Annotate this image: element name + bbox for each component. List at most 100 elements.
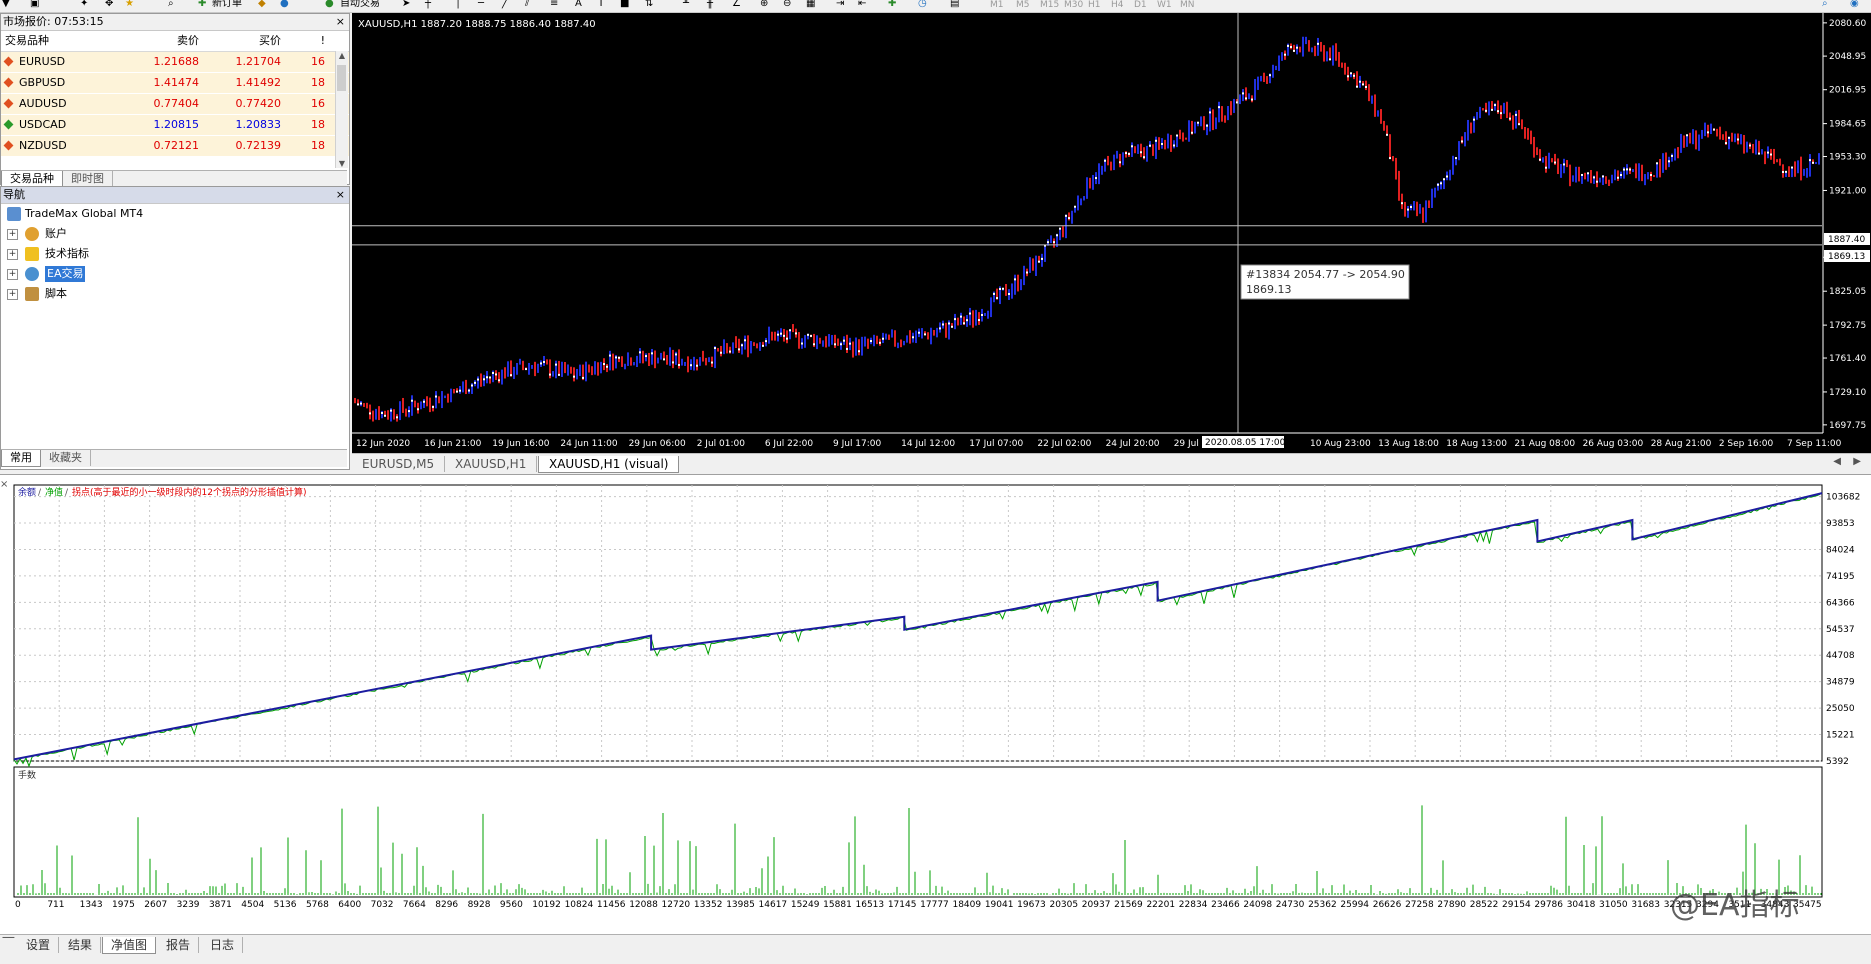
col-symbol[interactable]: 交易品种 [5,31,49,51]
chart-tab-xauusd-h1[interactable]: XAUUSD,H1 [445,456,538,472]
nav-root[interactable]: TradeMax Global MT4 [1,204,349,224]
price-bar [594,361,596,375]
cursor-icon[interactable]: ➤ [402,0,410,12]
market-row[interactable]: NZDUSD 0.72121 0.72139 18 [1,136,349,157]
chart-tab-eurusd-m5[interactable]: EURUSD,M5 [352,456,446,472]
scroll-thumb[interactable] [337,65,346,91]
tab-scroll-right-icon[interactable]: ▶ [1853,456,1861,467]
market-row[interactable]: GBPUSD 1.41474 1.41492 18 [1,73,349,94]
price-bar [1200,116,1202,127]
scroll-down-icon[interactable]: ▼ [336,159,348,168]
new-chart-icon[interactable]: ▣ [30,0,39,12]
close-icon[interactable]: × [336,14,345,30]
spread-cell: 16 [311,55,325,68]
zoom-out-icon[interactable]: ⊖ [783,0,791,12]
zoom-icon[interactable]: ✦ [80,0,88,12]
arrow-down-icon[interactable]: ▼ [2,0,10,12]
nav-item-accounts[interactable]: + 账户 [1,224,349,244]
autoscroll-icon[interactable]: ⇥ [836,0,844,12]
arrows-icon[interactable]: ⇅ [645,0,653,12]
auto-trade-button[interactable]: 自动交易 [340,0,380,12]
nav-item-experts[interactable]: + EA交易 [1,264,349,284]
col-spread[interactable]: ! [321,31,325,51]
trade-marker [1812,161,1814,164]
search-tb-icon[interactable]: ⌕ [168,0,174,12]
market-row[interactable]: USDCAD 1.20815 1.20833 18 [1,115,349,136]
tf-h1[interactable]: H1 [1088,0,1101,10]
tab-scroll-left-icon[interactable]: ◀ [1833,456,1841,467]
tab-settings[interactable]: 设置 [18,937,60,953]
price-chart[interactable]: XAUUSD,H1 1887.20 1888.75 1886.40 1887.4… [352,13,1871,453]
price-bar [1068,212,1070,221]
search-icon[interactable]: ⌕ [1822,0,1828,12]
tab-results[interactable]: 结果 [60,937,102,953]
crosshair-icon[interactable]: ┼ [425,0,431,12]
zoom-in-icon[interactable]: ⊕ [760,0,768,12]
trade-marker [1347,75,1349,78]
price-bar [597,362,599,376]
tf-m1[interactable]: M1 [990,0,1004,10]
star-icon[interactable]: ★ [125,0,134,12]
tab-report[interactable]: 报告 [158,937,200,953]
expand-icon[interactable]: + [7,249,18,260]
trendline-icon[interactable]: ╱ [502,0,508,12]
navigator-icon[interactable]: ✥ [105,0,113,12]
market-row[interactable]: EURUSD 1.21688 1.21704 16 [1,52,349,73]
chart-tab-xauusd-visual[interactable]: XAUUSD,H1 (visual) [538,456,680,473]
templates-icon[interactable]: ▤ [950,0,959,12]
tab-common[interactable]: 常用 [1,450,41,467]
metaeditor-icon[interactable]: ◆ [258,0,266,12]
hline-icon[interactable]: ─ [478,0,484,12]
bid-cell: 1.21688 [153,55,200,68]
col-bid[interactable]: 卖价 [177,31,199,51]
equity-graph[interactable]: 余额 / 净值 / 拐点(高于最近的小一级时段内的12个拐点的分形插值计算) 手… [0,475,1871,935]
trade-marker [1587,172,1589,175]
tf-h4[interactable]: H4 [1111,0,1124,10]
expand-icon[interactable]: + [7,289,18,300]
candle-icon[interactable]: ╫ [707,0,713,12]
bar-chart-icon[interactable]: ╨ [683,0,689,12]
trade-marker [1140,151,1142,154]
indicators-icon[interactable]: ✚ [888,0,896,12]
price-bar [453,388,455,394]
tf-mn[interactable]: MN [1180,0,1195,10]
col-ask[interactable]: 买价 [259,31,281,51]
chart-shift-icon[interactable]: ⇤ [858,0,866,12]
tile-icon[interactable]: ▦ [806,0,815,12]
periods-icon[interactable]: ◷ [918,0,927,12]
tf-d1[interactable]: D1 [1134,0,1147,10]
vline-icon[interactable]: │ [455,0,461,12]
price-bar [1533,136,1535,158]
market-scrollbar[interactable]: ▲ ▼ [335,51,348,168]
tf-m5[interactable]: M5 [1016,0,1030,10]
label-icon[interactable]: T [598,0,604,12]
tab-equity-graph[interactable]: 净值图 [102,937,157,954]
expand-icon[interactable]: + [7,269,18,280]
price-bar [405,408,407,417]
scroll-up-icon[interactable]: ▲ [336,51,348,60]
tf-w1[interactable]: W1 [1157,0,1172,10]
people-icon[interactable]: ● [280,0,289,12]
equity-x-tick: 13985 [726,900,755,910]
line-chart-icon[interactable]: ∠ [732,0,741,12]
tab-journal[interactable]: 日志 [202,937,244,953]
shapes-icon[interactable]: ■ [620,0,629,12]
nav-item-indicators[interactable]: + 技术指标 [1,244,349,264]
community-icon[interactable]: ◉ [1850,0,1859,12]
ask-cell: 1.41492 [235,76,282,89]
tab-favorites[interactable]: 收藏夹 [41,450,91,466]
close-icon[interactable]: × [336,187,345,203]
price-bar [450,388,452,403]
channel-icon[interactable]: ⫽ [525,0,529,12]
tab-tick-chart[interactable]: 即时图 [63,171,113,187]
tf-m15[interactable]: M15 [1040,0,1059,10]
time-tick-label: 2 Jul 01:00 [697,439,746,449]
trade-marker [1518,123,1520,126]
tf-m30[interactable]: M30 [1064,0,1083,10]
text-icon[interactable]: A [575,0,582,12]
new-order-button[interactable]: 新订单 [212,0,242,12]
expand-icon[interactable]: + [7,229,18,240]
fibo-icon[interactable]: ≡ [550,0,558,12]
nav-item-scripts[interactable]: + 脚本 [1,284,349,304]
market-row[interactable]: AUDUSD 0.77404 0.77420 16 [1,94,349,115]
